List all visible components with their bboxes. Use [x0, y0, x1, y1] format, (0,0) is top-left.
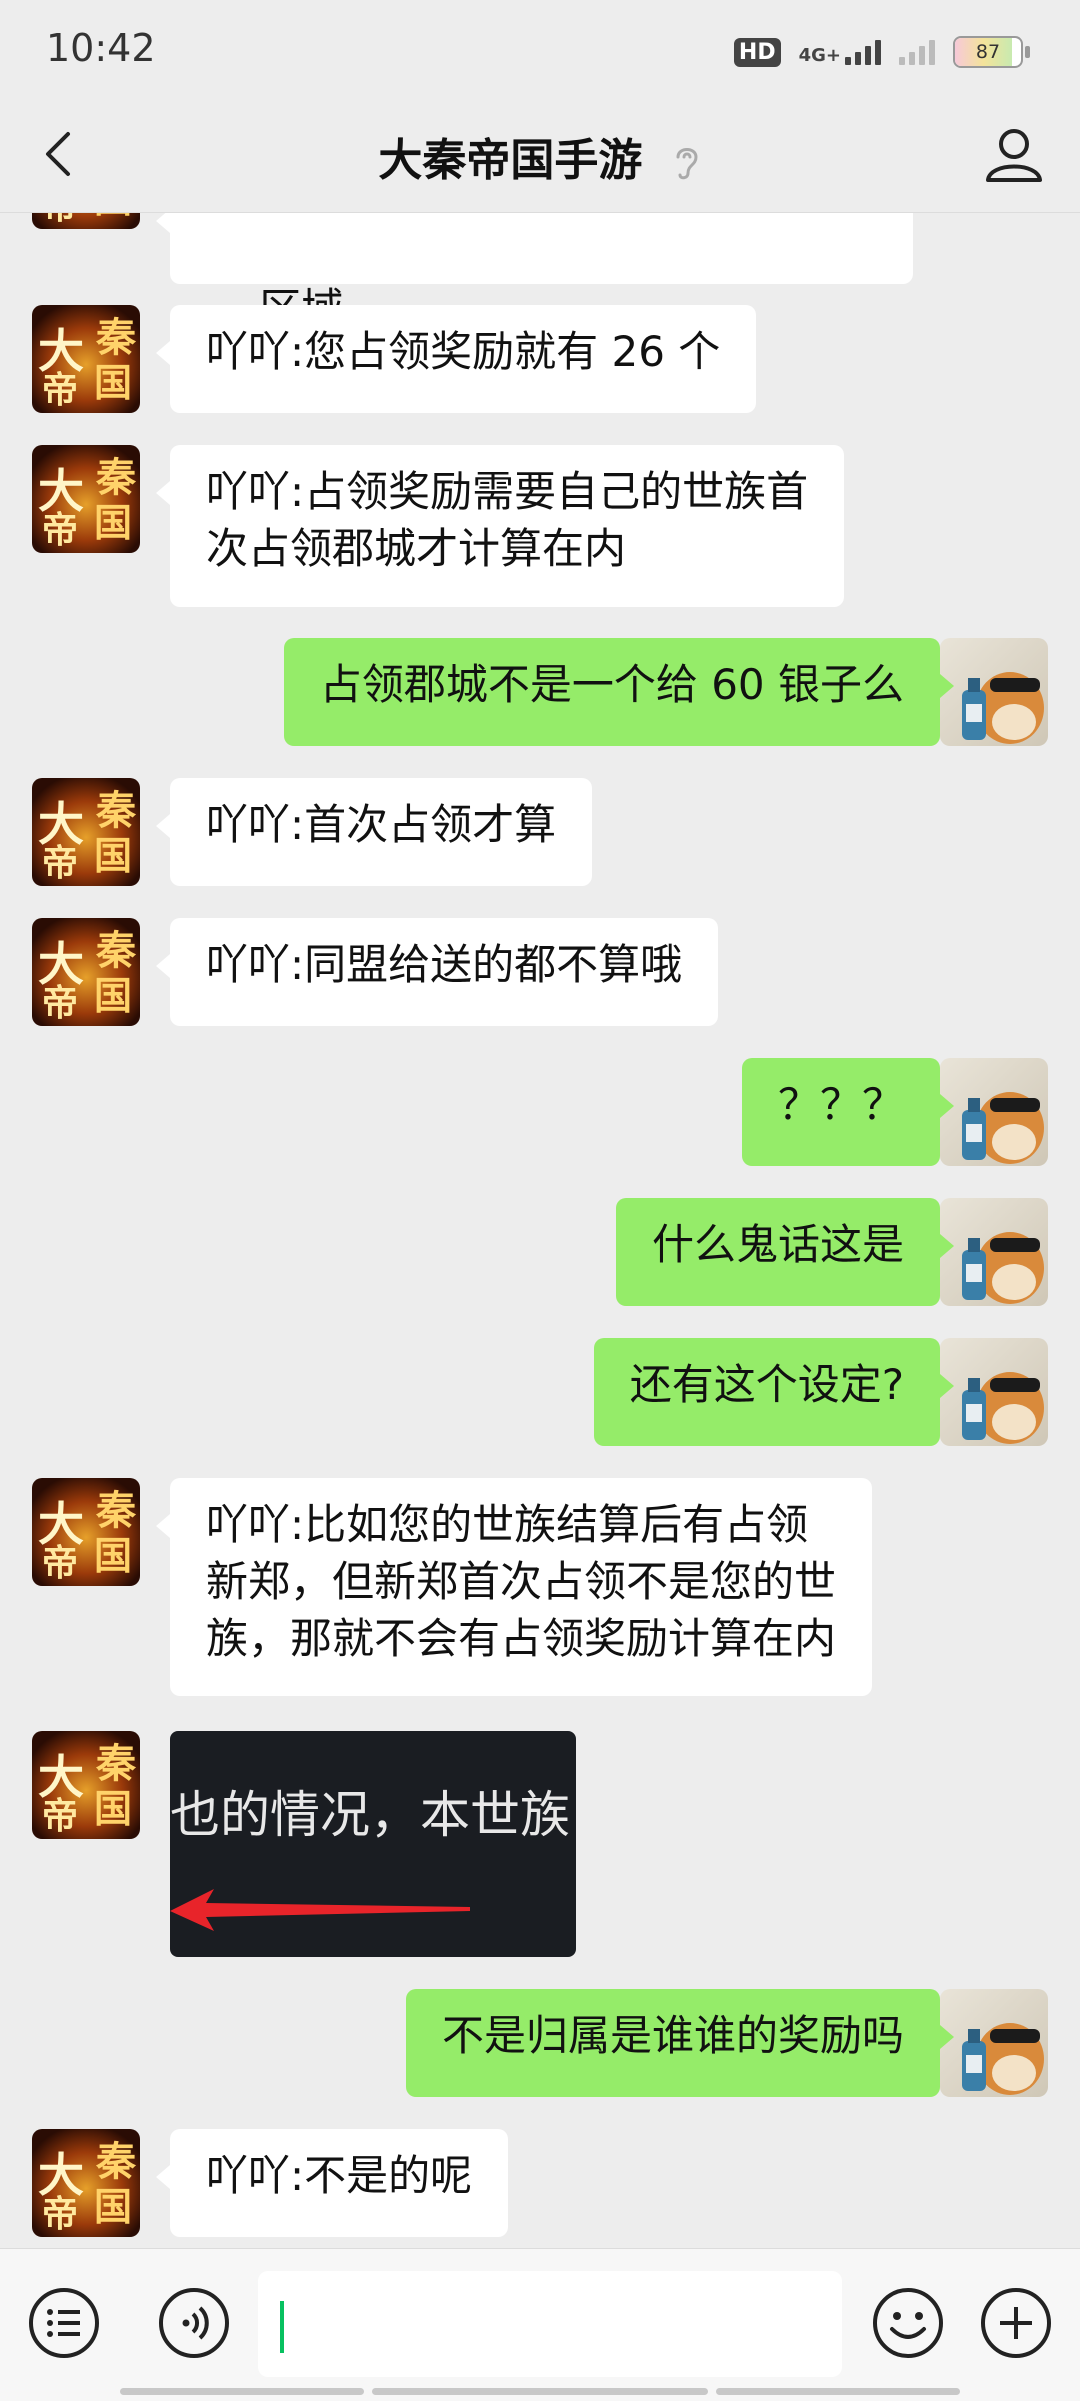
status-bar: 10:42 HD 4G+ 87 [0, 0, 1080, 100]
sent-message[interactable]: 不是归属是谁谁的奖励吗 [405, 1989, 955, 2097]
chat-title: 大秦帝国手游 [0, 124, 1080, 188]
menu-button[interactable] [28, 2287, 100, 2359]
list-menu-icon [29, 2288, 99, 2358]
red-arrow-icon [170, 1889, 470, 1931]
shiba-dog-avatar-icon [962, 672, 1044, 744]
user-avatar[interactable] [940, 1989, 1048, 2097]
input-bar [0, 2248, 1080, 2401]
received-message[interactable]: 吖吖:比如您的世族结算后有占领 新郑，但新郑首次占领不是您的世 族，那就不会有占… [155, 1478, 873, 1696]
smiley-icon [873, 2288, 943, 2358]
nav-indicator-right [716, 2388, 960, 2395]
more-button[interactable] [980, 2287, 1052, 2359]
sent-message[interactable]: 什么鬼话这是 [615, 1198, 955, 1306]
received-message[interactable]: 吖吖:不是的呢 [155, 2129, 509, 2237]
signal-4g-icon: 4G+ [799, 39, 881, 65]
voice-button[interactable] [158, 2287, 230, 2359]
message-list[interactable]: 大秦帝国 区域 大秦帝国 吖吖:您占领奖励就有 26 个 大秦帝国 吖吖:占领奖… [0, 213, 1080, 2247]
user-avatar[interactable] [940, 1198, 1048, 1306]
chat-title-text: 大秦帝国手游 [378, 135, 643, 186]
status-time: 10:42 [46, 26, 156, 70]
received-message[interactable]: 吖吖:占领奖励需要自己的世族首 次占领郡城才计算在内 [155, 445, 845, 607]
message-input[interactable] [258, 2271, 842, 2377]
received-message[interactable]: 吖吖:首次占领才算 [155, 778, 593, 886]
signal-secondary-icon [899, 39, 935, 65]
received-message[interactable]: 吖吖:同盟给送的都不算哦 [155, 918, 719, 1026]
emoji-button[interactable] [872, 2287, 944, 2359]
shiba-dog-avatar-icon [962, 1232, 1044, 1304]
shiba-dog-avatar-icon [962, 1372, 1044, 1444]
contact-avatar[interactable]: 大秦帝国 [32, 918, 140, 1026]
voice-icon [159, 2288, 229, 2358]
sent-message[interactable]: ？？？ [741, 1058, 955, 1166]
user-avatar[interactable] [940, 1338, 1048, 1446]
status-icons: HD 4G+ 87 [733, 30, 1030, 74]
received-message[interactable]: 吖吖:您占领奖励就有 26 个 [155, 305, 757, 413]
shiba-dog-avatar-icon [962, 1092, 1044, 1164]
battery-level: 87 [975, 41, 1001, 63]
contact-avatar[interactable]: 大秦帝国 [32, 305, 140, 413]
received-message[interactable]: 区域 [156, 213, 913, 333]
contact-avatar[interactable]: 大秦帝国 [32, 1731, 140, 1839]
chat-info-button[interactable] [978, 118, 1050, 190]
plus-icon [981, 2288, 1051, 2358]
contact-avatar[interactable]: 大秦帝国 [32, 778, 140, 886]
person-icon [986, 129, 1042, 182]
sent-message[interactable]: 占领郡城不是一个给 60 银子么 [283, 638, 955, 746]
user-avatar[interactable] [940, 1058, 1048, 1166]
sent-message[interactable]: 还有这个设定? [593, 1338, 955, 1446]
user-avatar[interactable] [940, 638, 1048, 746]
contact-avatar[interactable]: 大秦帝国 [32, 2129, 140, 2237]
nav-indicator-center [372, 2388, 708, 2395]
nav-indicator-left [120, 2388, 364, 2395]
shiba-dog-avatar-icon [962, 2023, 1044, 2095]
text-caret [280, 2301, 284, 2353]
chat-header: 大秦帝国手游 [0, 100, 1080, 213]
hd-icon: HD [733, 37, 781, 67]
earpiece-mode-icon [676, 148, 698, 180]
image-message[interactable]: 也的情况，本世族 [170, 1731, 576, 1957]
contact-avatar[interactable]: 大秦帝国 [32, 445, 140, 553]
contact-avatar[interactable]: 大秦帝国 [32, 1478, 140, 1586]
contact-avatar[interactable]: 大秦帝国 [32, 213, 140, 229]
battery-icon: 87 [953, 36, 1030, 68]
